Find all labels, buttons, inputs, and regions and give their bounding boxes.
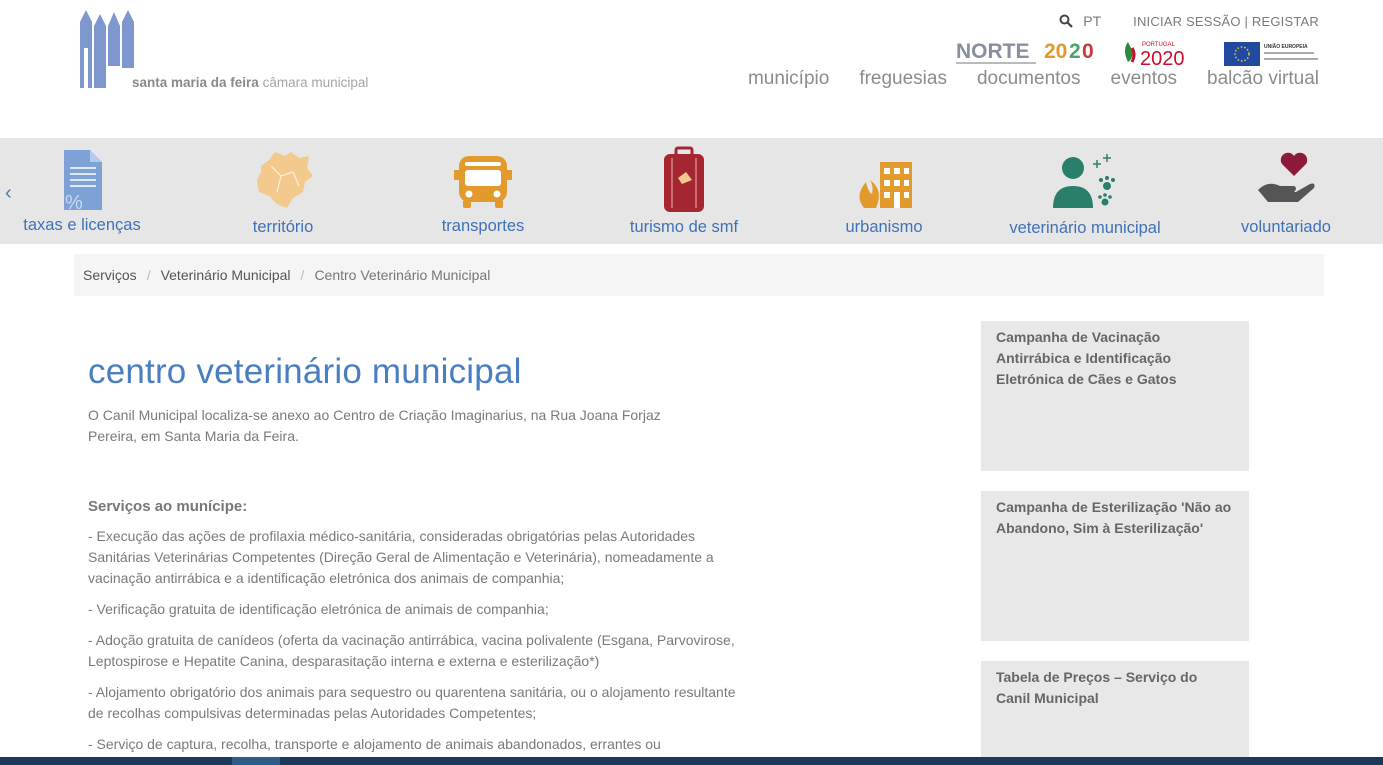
- service-label: território: [252, 218, 314, 236]
- service-label: turismo de smf: [629, 218, 739, 236]
- language-selector[interactable]: PT: [1083, 13, 1101, 29]
- search-icon[interactable]: [1059, 14, 1074, 28]
- service-label: veterinário municipal: [1009, 219, 1161, 237]
- map-icon: [257, 152, 313, 208]
- svg-text:0: 0: [1082, 40, 1094, 63]
- service-label: taxas e licenças: [23, 216, 141, 234]
- service-label: voluntariado: [1241, 218, 1331, 236]
- service-voluntariado[interactable]: voluntariado: [1186, 138, 1383, 244]
- suitcase-icon: [664, 146, 704, 212]
- municipality-logo[interactable]: santa maria da feira câmara municipal: [78, 8, 398, 92]
- service-urbanismo[interactable]: urbanismo: [784, 138, 984, 244]
- bus-icon: [454, 156, 512, 208]
- svg-text:2020: 2020: [1140, 48, 1185, 68]
- sidebar-card-esterilizacao[interactable]: Campanha de Esterilização 'Não ao Abando…: [981, 491, 1249, 641]
- taskbar-button[interactable]: [232, 757, 280, 765]
- login-register-link[interactable]: INICIAR SESSÃO | REGISTAR: [1133, 14, 1319, 29]
- svg-text:2: 2: [1069, 40, 1081, 63]
- service-transportes[interactable]: transportes: [383, 138, 583, 244]
- nav-balcao-virtual[interactable]: balcão virtual: [1207, 68, 1319, 90]
- building-icon: [859, 162, 912, 208]
- breadcrumb: Serviços / Veterinário Municipal / Centr…: [74, 254, 1324, 296]
- service-label: transportes: [441, 217, 525, 235]
- person-paw-icon: [1053, 154, 1115, 208]
- list-item: - Execução das ações de profilaxia médic…: [88, 528, 714, 586]
- breadcrumb-current: Centro Veterinário Municipal: [314, 267, 491, 283]
- svg-text:20: 20: [1044, 40, 1067, 63]
- heart-hand-icon: [1258, 152, 1315, 202]
- os-taskbar: [0, 757, 1383, 765]
- intro-paragraph: O Canil Municipal localiza-se anexo ao C…: [88, 407, 661, 444]
- service-veterinario-municipal[interactable]: veterinário municipal: [985, 138, 1185, 244]
- svg-text:%: %: [65, 192, 83, 212]
- logo-subtitle: câmara municipal: [262, 75, 369, 90]
- list-item: - Verificação gratuita de identificação …: [88, 601, 549, 617]
- svg-text:UNIÃO EUROPEIA: UNIÃO EUROPEIA: [1264, 43, 1308, 50]
- services-carousel: ‹ % taxas e licenças território transpor…: [0, 138, 1383, 244]
- page-title: centro veterinário municipal: [88, 352, 522, 391]
- portugal2020-logo-icon: PORTUGAL 2020: [1125, 42, 1185, 68]
- nav-freguesias[interactable]: freguesias: [859, 68, 947, 90]
- top-links: PT INICIAR SESSÃO | REGISTAR: [1059, 13, 1319, 29]
- breadcrumb-separator: /: [146, 267, 151, 283]
- card-title: Campanha de Vacinação Antirrábica e Iden…: [996, 329, 1177, 387]
- eu-flag-icon: UNIÃO EUROPEIA: [1224, 42, 1318, 66]
- section-heading: Serviços ao munícipe:: [88, 498, 248, 515]
- breadcrumb-servicos[interactable]: Serviços: [83, 267, 137, 283]
- nav-documentos[interactable]: documentos: [977, 68, 1081, 90]
- norte2020-logo-icon: NORTE 20 2 0: [956, 40, 1094, 64]
- castle-logo-icon: [80, 10, 134, 88]
- document-percent-icon: %: [64, 150, 102, 212]
- nav-municipio[interactable]: município: [748, 68, 829, 90]
- nav-eventos[interactable]: eventos: [1111, 68, 1178, 90]
- service-territorio[interactable]: território: [183, 138, 383, 244]
- breadcrumb-separator: /: [300, 267, 305, 283]
- service-taxas-e-licencas[interactable]: % taxas e licenças: [0, 138, 182, 244]
- sidebar-card-tabela-precos[interactable]: Tabela de Preços – Serviço do Canil Muni…: [981, 661, 1249, 765]
- service-label: urbanismo: [845, 218, 923, 236]
- card-title: Campanha de Esterilização 'Não ao Abando…: [996, 499, 1232, 536]
- list-item: - Alojamento obrigatório dos animais par…: [88, 684, 736, 721]
- logo-name: santa maria da feira: [132, 75, 259, 90]
- list-item: - Serviço de captura, recolha, transport…: [88, 736, 661, 752]
- main-navigation: município freguesias documentos eventos …: [748, 68, 1319, 90]
- svg-text:NORTE: NORTE: [956, 40, 1030, 63]
- breadcrumb-veterinario-municipal[interactable]: Veterinário Municipal: [161, 267, 291, 283]
- service-turismo-de-smf[interactable]: turismo de smf: [584, 138, 784, 244]
- sidebar-card-vacinacao[interactable]: Campanha de Vacinação Antirrábica e Iden…: [981, 321, 1249, 471]
- card-title: Tabela de Preços – Serviço do Canil Muni…: [996, 669, 1198, 706]
- funding-logos: NORTE 20 2 0 PORTUGAL 2020 UNIÃO EUROPEI…: [956, 40, 1318, 68]
- services-list: - Execução das ações de profilaxia médic…: [88, 526, 738, 765]
- list-item: - Adoção gratuita de canídeos (oferta da…: [88, 632, 735, 669]
